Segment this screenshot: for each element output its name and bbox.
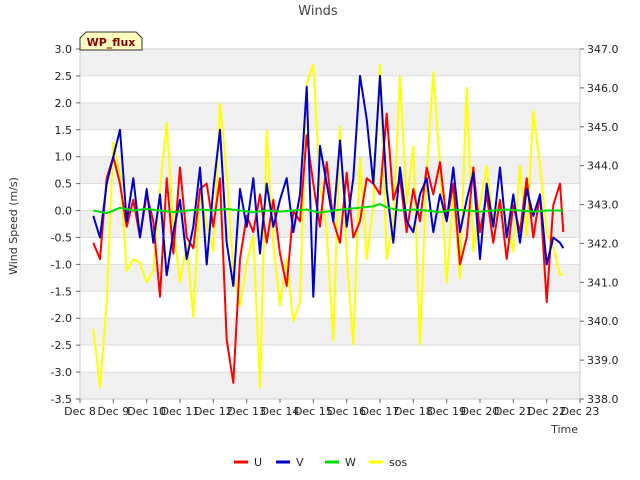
winds-chart: -3.5-3.0-2.5-2.0-1.5-1.0-0.50.00.51.01.5… <box>0 0 640 480</box>
legend-label-sos: sos <box>389 456 407 469</box>
y-tick-label: 1.5 <box>55 124 73 137</box>
grid-band <box>80 345 580 373</box>
y-tick-label: -0.5 <box>51 231 72 244</box>
y2-tick-label: 345.0 <box>587 121 619 134</box>
legend-label-u: U <box>254 456 262 469</box>
legend-label-w: W <box>345 456 356 469</box>
grid-band <box>80 75 580 103</box>
x-tick-label: Dec 9 <box>97 405 129 418</box>
grid-band <box>80 318 580 346</box>
badge-label: WP_flux <box>87 36 136 49</box>
grid-band <box>80 102 580 130</box>
y-tick-label: -1.0 <box>51 258 72 271</box>
y-tick-label: -2.5 <box>51 339 72 352</box>
y-tick-label: -1.5 <box>51 285 72 298</box>
y2-tick-label: 340.0 <box>587 315 619 328</box>
x-axis-title: Time <box>550 423 578 436</box>
chart-title: Winds <box>298 4 338 19</box>
legend-label-v: V <box>296 456 304 469</box>
wp-flux-badge: WP_flux <box>79 31 143 51</box>
y-tick-label: 1.0 <box>55 151 73 164</box>
y-axis-title: Wind Speed (m/s) <box>7 177 20 275</box>
y-tick-label: 2.0 <box>55 97 73 110</box>
y2-tick-label: 339.0 <box>587 354 619 367</box>
grid-band <box>80 129 580 157</box>
y-tick-label: -2.0 <box>51 312 72 325</box>
x-tick-label: Dec 8 <box>64 405 96 418</box>
y2-tick-label: 343.0 <box>587 199 619 212</box>
y2-tick-label: 346.0 <box>587 82 619 95</box>
x-tick-label: Dec 23 <box>561 405 600 418</box>
y-tick-label: 0.5 <box>55 178 73 191</box>
grid-band <box>80 372 580 399</box>
y-tick-label: 3.0 <box>55 43 73 56</box>
y2-tick-label: 341.0 <box>587 276 619 289</box>
y-tick-label: 0.0 <box>55 205 73 218</box>
y-tick-label: 2.5 <box>55 70 73 83</box>
grid-band <box>80 49 580 76</box>
grid-band <box>80 156 580 184</box>
y2-tick-label: 344.0 <box>587 160 619 173</box>
y2-tick-label: 347.0 <box>587 43 619 56</box>
y-tick-label: -3.0 <box>51 366 72 379</box>
y2-tick-label: 342.0 <box>587 237 619 250</box>
